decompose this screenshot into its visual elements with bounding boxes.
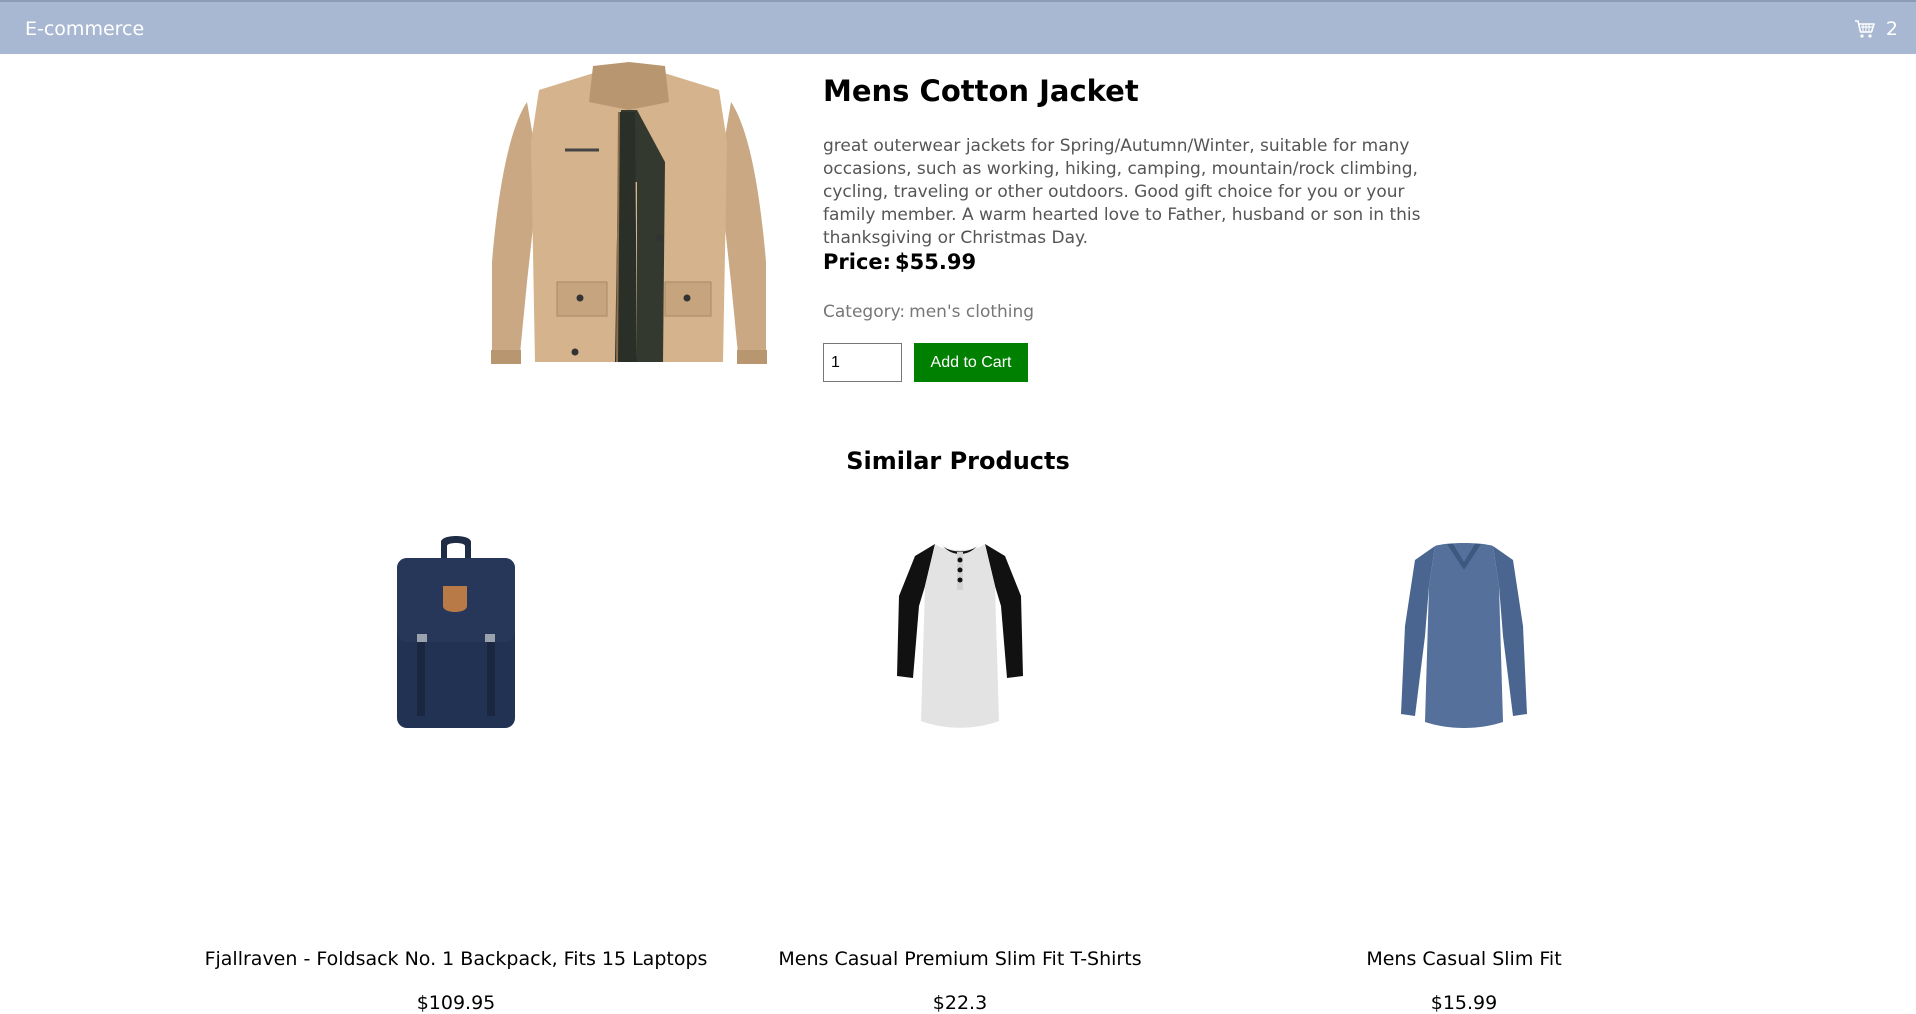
product-thumbnail[interactable] <box>1384 536 1544 730</box>
similar-product-name[interactable]: Mens Casual Slim Fit <box>1264 948 1664 970</box>
product-title: Mens Cotton Jacket <box>823 74 1139 108</box>
category-value: men's clothing <box>909 302 1035 322</box>
cart-button[interactable]: 2 <box>1854 18 1898 40</box>
cart-count: 2 <box>1885 18 1898 40</box>
product-thumbnail[interactable] <box>376 536 536 730</box>
navbar: E-commerce 2 <box>0 0 1916 54</box>
product-description: great outerwear jackets for Spring/Autum… <box>823 136 1421 248</box>
similar-product-price: $22.3 <box>932 992 988 1014</box>
product-category: Category: men's clothing <box>823 302 1034 322</box>
similar-products-heading: Similar Products <box>846 447 1070 475</box>
price-label: Price: <box>823 250 892 274</box>
product-thumbnail[interactable] <box>880 536 1040 730</box>
price-value: $55.99 <box>895 250 977 274</box>
add-to-cart-button[interactable]: Add to Cart <box>914 343 1028 382</box>
brand-link[interactable]: E-commerce <box>25 18 144 40</box>
shopping-cart-icon <box>1854 19 1876 39</box>
quantity-input[interactable] <box>823 343 902 382</box>
product-image <box>487 62 771 374</box>
similar-product-name[interactable]: Mens Casual Premium Slim Fit T-Shirts <box>760 948 1160 970</box>
category-label: Category: <box>823 302 906 322</box>
similar-product-card[interactable]: Mens Casual Premium Slim Fit T-Shirts $2… <box>760 536 1160 1014</box>
similar-product-price: $15.99 <box>1430 992 1498 1014</box>
similar-product-price: $109.95 <box>416 992 496 1014</box>
similar-product-name[interactable]: Fjallraven - Foldsack No. 1 Backpack, Fi… <box>200 948 712 970</box>
similar-product-card[interactable]: Mens Casual Slim Fit $15.99 <box>1264 536 1664 1014</box>
product-price: Price: $55.99 <box>823 250 976 274</box>
similar-product-card[interactable]: Fjallraven - Foldsack No. 1 Backpack, Fi… <box>200 536 712 1014</box>
